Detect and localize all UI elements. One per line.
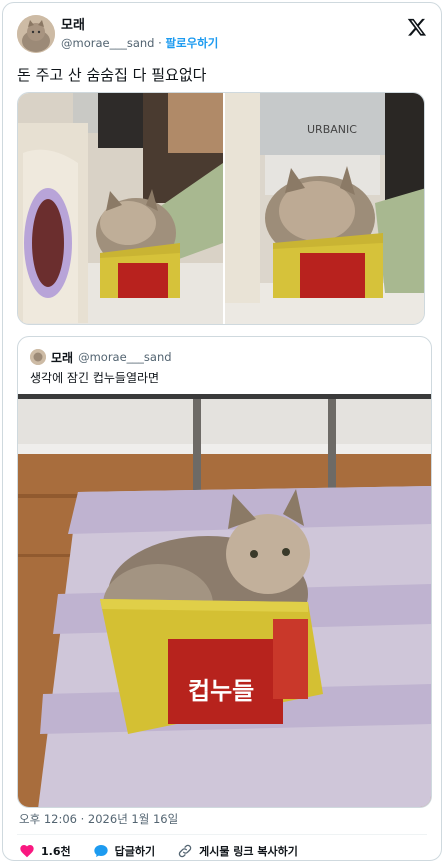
author-handle[interactable]: @morae___sand [61,36,154,50]
quoted-tweet[interactable]: 모래 @morae___sand 생각에 잠긴 컵누들열라면 컵누들 [17,336,432,808]
heart-icon [20,845,34,858]
quoted-tweet-header: 모래 @morae___sand [30,348,172,366]
tweet-photo-1[interactable] [18,93,223,324]
author-names: 모래 @morae___sand · 팔로우하기 [61,18,218,52]
tweet-card: 모래 @morae___sand · 팔로우하기 돈 주고 산 숨숨집 다 필요… [2,2,442,861]
author-handle-line: @morae___sand · 팔로우하기 [61,34,218,52]
svg-text:URBANIC: URBANIC [307,123,357,136]
svg-text:컵누들: 컵누들 [188,677,254,705]
like-count: 1.6천 [41,845,71,858]
reply-label: 답글하기 [114,845,156,858]
like-button[interactable]: 1.6천 [19,843,71,859]
quoted-avatar [30,349,46,365]
tweet-photo-grid: URBANIC [17,92,425,325]
avatar[interactable] [17,15,55,53]
link-icon [178,844,192,858]
tweet-photo-2[interactable]: URBANIC [225,93,424,324]
separator-dot: · [158,36,162,50]
copy-link-button[interactable]: 게시물 링크 복사하기 [177,843,298,859]
copy-link-label: 게시물 링크 복사하기 [199,845,298,858]
tweet-header: 모래 @morae___sand · 팔로우하기 [17,13,427,57]
tweet-text: 돈 주고 산 숨숨집 다 필요없다 [17,66,207,84]
author-display-name[interactable]: 모래 [61,18,218,34]
divider [17,834,427,835]
tweet-timestamp[interactable]: 오후 12:06 · 2026년 1월 16일 [19,811,178,827]
quoted-tweet-text: 생각에 잠긴 컵누들열라면 [30,371,160,385]
reply-button[interactable]: 답글하기 [93,843,155,859]
action-bar: 1.6천 답글하기 게시물 링크 복사하기 [19,841,320,860]
quoted-author-display-name: 모래 [51,350,74,365]
quoted-tweet-photo[interactable]: 컵누들 [18,394,431,807]
follow-button[interactable]: 팔로우하기 [165,36,218,50]
x-logo-icon[interactable] [407,17,427,37]
reply-bubble-icon [93,845,108,857]
quoted-author-handle: @morae___sand [78,350,172,364]
